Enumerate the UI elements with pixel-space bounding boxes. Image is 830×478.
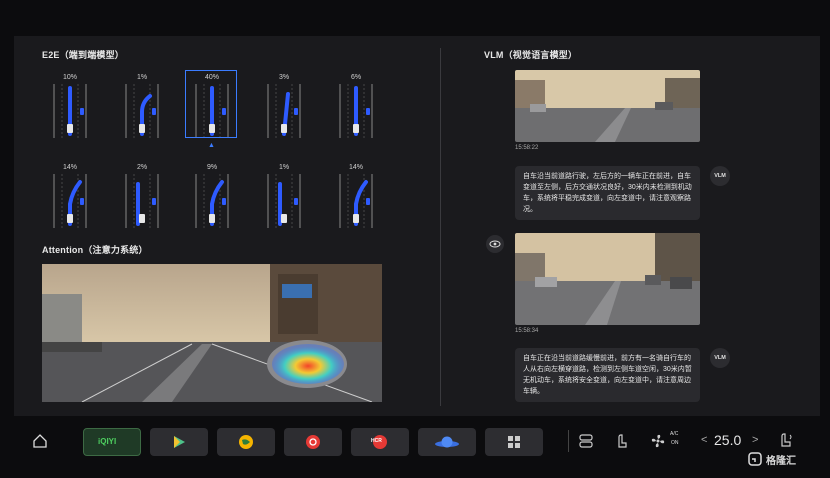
e2e-probability-label: 14% [348,164,363,171]
watermark-text: 格隆汇 [766,456,796,467]
road-diagram [125,84,159,138]
e2e-probability-label: 1% [278,164,290,171]
e2e-trajectory-tile[interactable]: 3% [258,74,310,138]
road-diagram [339,174,373,228]
selected-frame [185,70,237,138]
road-diagram [125,174,159,228]
e2e-probability-label: 1% [136,74,148,81]
road-diagram [339,84,373,138]
road-diagram [53,84,87,138]
seat-layout-icon[interactable] [578,433,594,454]
fan-icon[interactable] [650,433,666,454]
home-icon[interactable] [32,433,48,454]
vlm-title: VLM（视觉语言模型） [484,50,578,60]
planet-app[interactable] [418,428,476,456]
e2e-trajectory-tile[interactable]: 1% [116,74,168,138]
hcr-label: HCR [371,438,382,444]
e2e-trajectory-tile[interactable]: 14% [44,164,96,228]
e2e-trajectory-tile[interactable]: 1% [258,164,310,228]
app-grid-button[interactable] [485,428,543,456]
e2e-trajectory-tile[interactable]: 6% [330,74,382,138]
vlm-avatar-1: VLM [710,166,730,186]
vlm-timestamp-1: 15:58:22 [515,145,539,151]
e2e-probability-label: 10% [62,74,77,81]
road-diagram [53,174,87,228]
e2e-probability-label: 3% [278,74,290,81]
vlm-message-1: 自车沿当前道路行驶，左后方的一辆车正在前进，自车变道至左侧，后方交通状况良好，3… [515,166,700,220]
e2e-trajectory-tile[interactable]: 9% [186,164,238,228]
eye-icon[interactable] [486,235,504,253]
video-app[interactable] [150,428,208,456]
iqiyi-app[interactable]: iQIYI [83,428,141,456]
globe-app[interactable] [217,428,275,456]
seat-heat-icon[interactable] [614,433,630,454]
vlm-timestamp-2: 15:58:34 [515,328,539,334]
panel-divider [440,48,441,406]
vlm-avatar-2: VLM [710,348,730,368]
e2e-title: E2E（端到端模型） [42,50,125,60]
road-diagram [267,174,301,228]
road-diagram [267,84,301,138]
road-diagram [195,174,229,228]
attention-camera-view [42,264,382,402]
rear-seat-icon[interactable] [778,432,794,453]
e2e-trajectory-tile[interactable]: 2% [116,164,168,228]
ac-label[interactable]: A/C [670,431,678,437]
e2e-probability-label: 6% [350,74,362,81]
iqiyi-label: iQIYI [98,437,117,446]
e2e-trajectory-tile[interactable]: 40% ▲ [185,70,238,149]
hcr-app[interactable]: HCR [351,428,409,456]
vlm-frame-2 [515,233,700,325]
e2e-trajectory-tile[interactable]: 14% [330,164,382,228]
e2e-probability-label: 9% [206,164,218,171]
attention-title: Attention（注意力系统） [42,245,148,255]
e2e-probability-label: 2% [136,164,148,171]
vlm-frame-1 [515,70,700,142]
temp-decrease-button[interactable]: < [701,434,707,446]
music-app[interactable] [284,428,342,456]
vlm-message-2: 自车正在沿当前道路缓慢前进，前方有一名骑自行车的人从右向左横穿道路，检测到左侧车… [515,348,700,402]
temp-increase-button[interactable]: > [752,434,758,446]
ac-state: ON [671,440,679,446]
dock-separator [568,430,569,452]
selected-indicator-icon: ▲ [208,142,215,149]
e2e-trajectory-tile[interactable]: 10% [44,74,96,138]
temperature-value: 25.0 [714,432,742,448]
e2e-probability-label: 14% [62,164,77,171]
